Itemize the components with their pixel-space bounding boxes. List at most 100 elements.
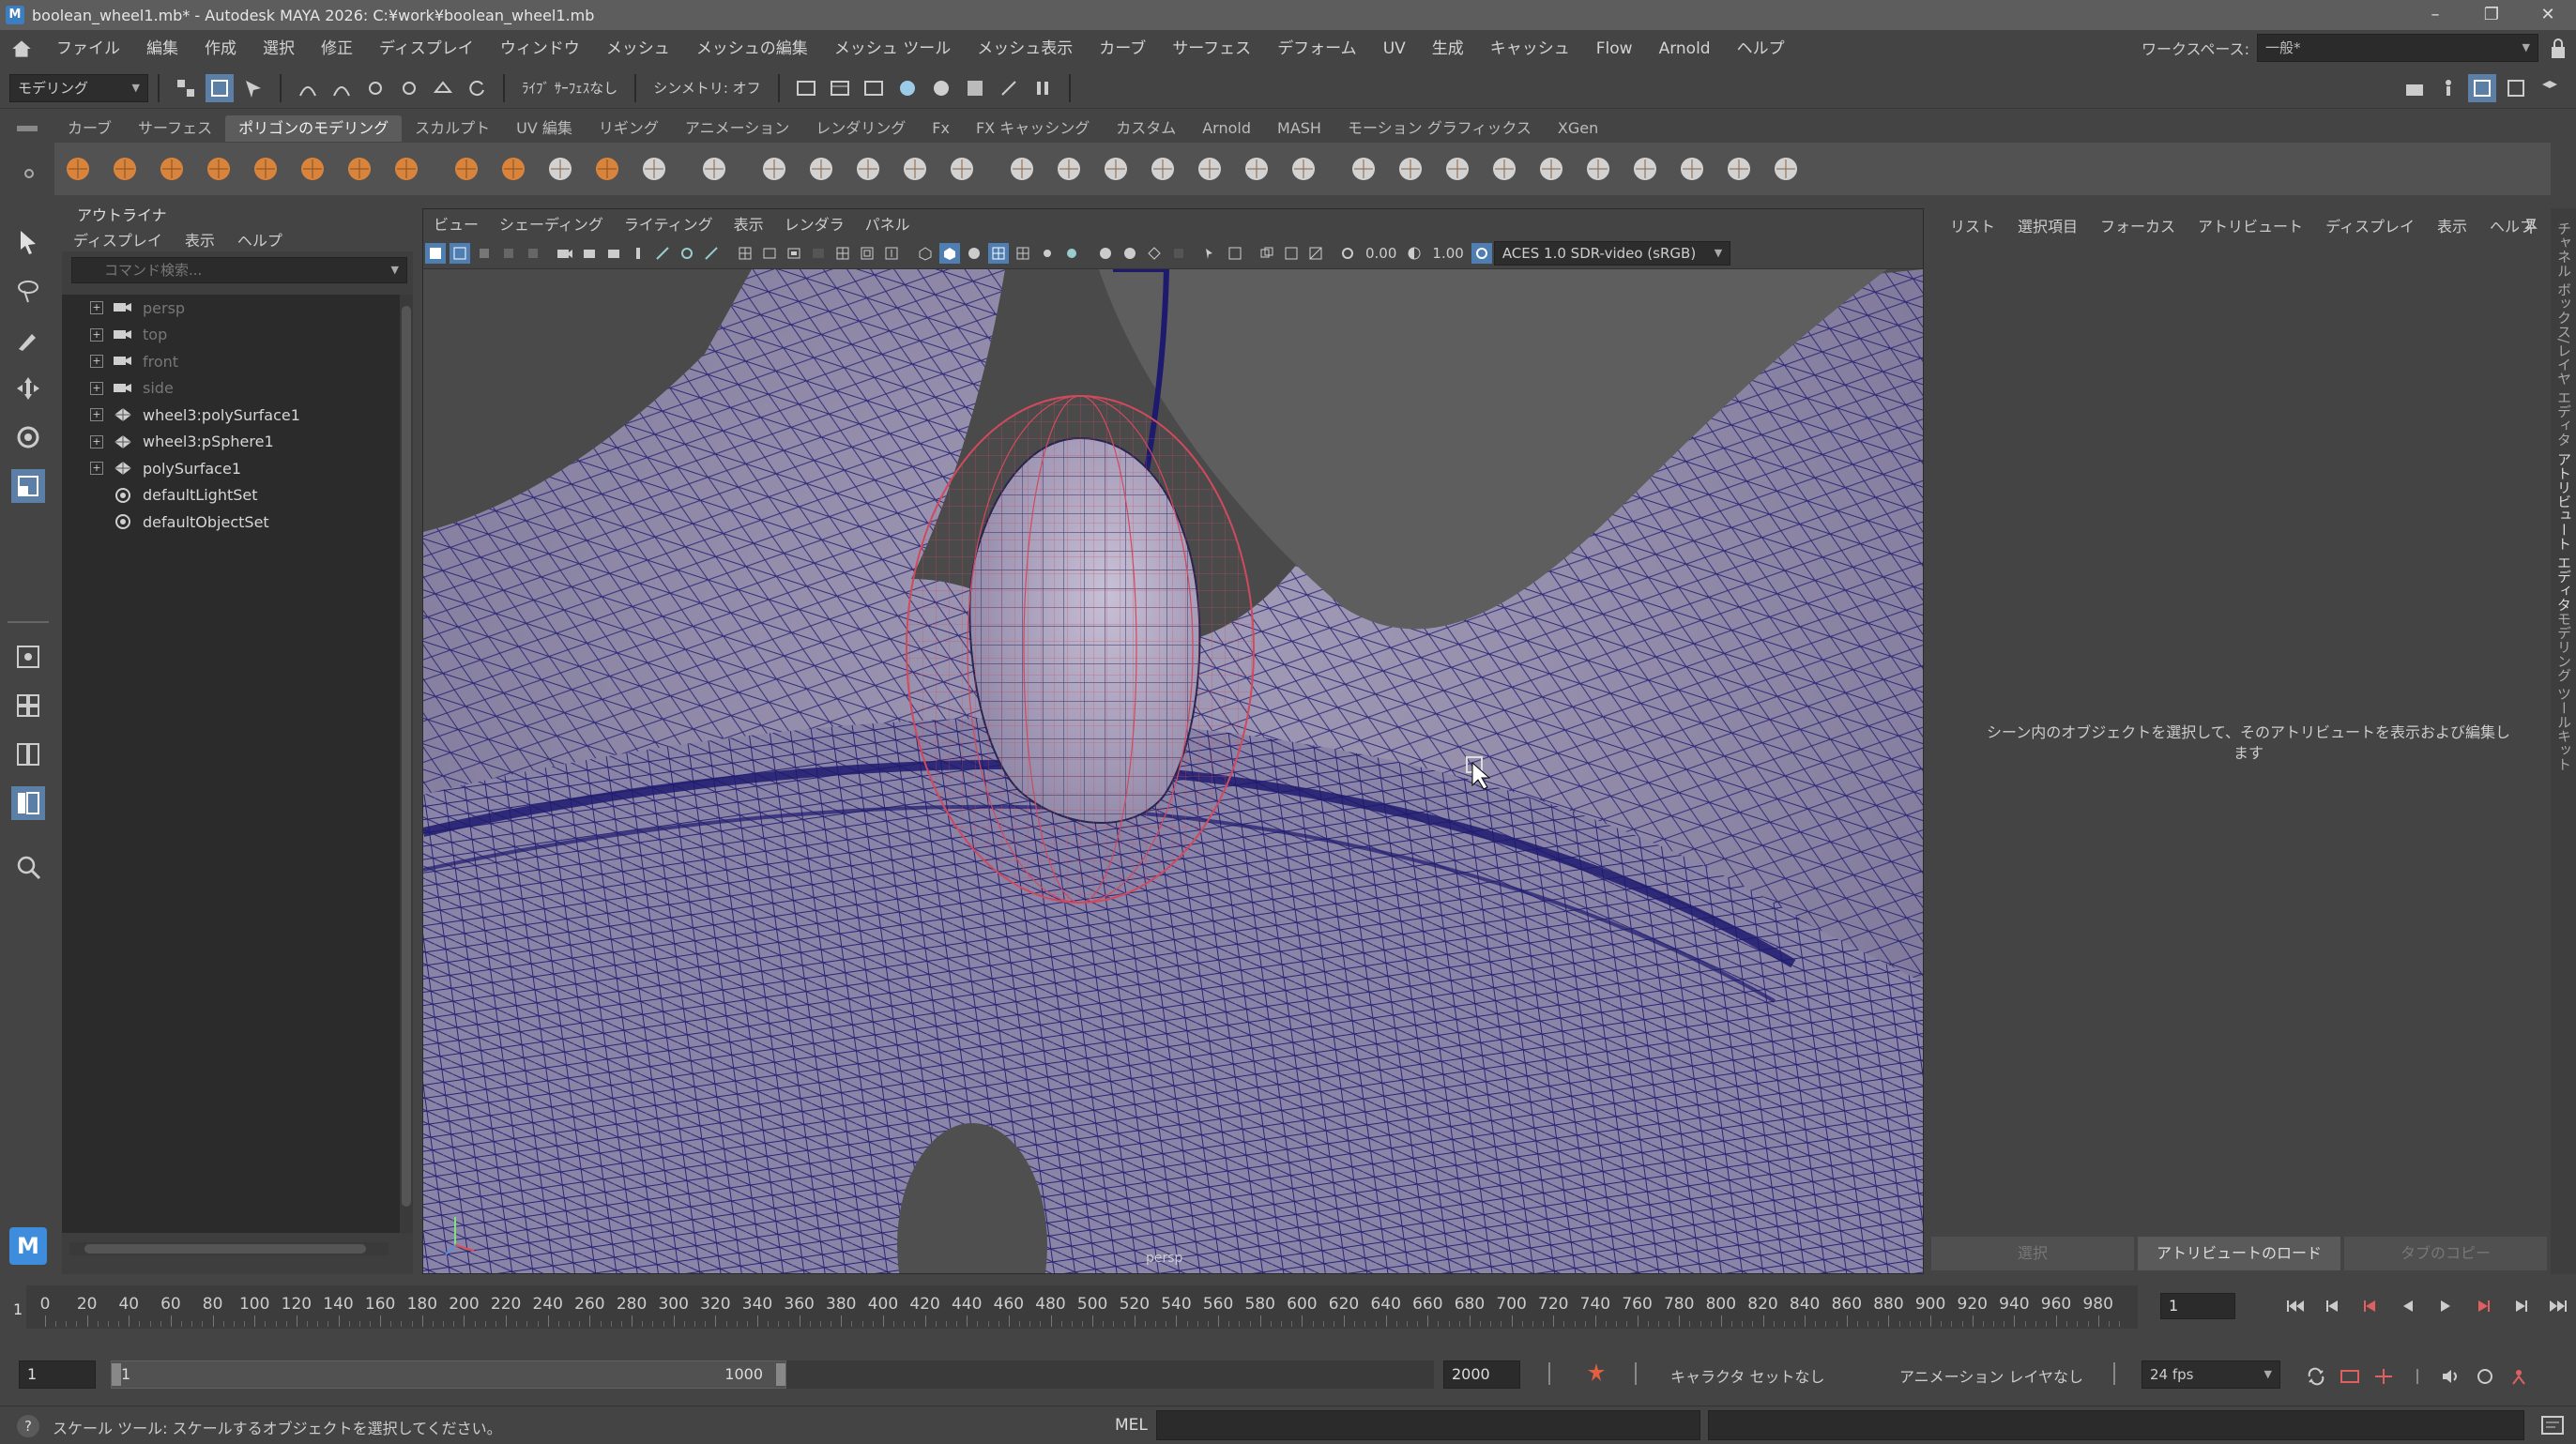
menu-item[interactable]: デフォーム: [1264, 30, 1370, 68]
go-to-start-icon[interactable]: [2277, 1293, 2314, 1319]
pause-viewport-icon[interactable]: [1029, 74, 1057, 102]
platonic-icon[interactable]: [386, 148, 427, 190]
attribute-editor-toggle-icon[interactable]: [2468, 74, 2496, 102]
menu-item[interactable]: Flow: [1583, 30, 1646, 68]
playback-range-bar[interactable]: 1 1000: [111, 1360, 1434, 1389]
anti-aliasing-icon[interactable]: [1144, 243, 1165, 264]
tab-modeling-toolkit[interactable]: モデリング ツールキット: [2554, 612, 2574, 771]
bridge-icon[interactable]: [1189, 148, 1230, 190]
sphere-icon[interactable]: [57, 148, 99, 190]
boolean-union-icon[interactable]: [1001, 148, 1043, 190]
color-management-icon[interactable]: [1471, 242, 1492, 264]
select-hierarchy-icon[interactable]: [172, 74, 200, 102]
shelf-tab[interactable]: MASH: [1264, 115, 1334, 142]
tool-settings-icon[interactable]: [2502, 74, 2530, 102]
search-icon[interactable]: [11, 850, 45, 884]
sound-icon[interactable]: [2437, 1362, 2465, 1391]
separate-icon[interactable]: [894, 148, 936, 190]
gear-icon[interactable]: [800, 148, 842, 190]
shelf-tab[interactable]: スカルプト: [402, 115, 503, 142]
render-sequence-icon[interactable]: [826, 74, 854, 102]
sphere-wireframe[interactable]: [906, 395, 1255, 904]
super-shape-icon[interactable]: [633, 148, 675, 190]
move-tool-icon[interactable]: [11, 372, 45, 405]
outliner-item[interactable]: + wheel3:polySurface1: [62, 402, 400, 429]
outliner-vertical-scrollbar[interactable]: [400, 295, 413, 1233]
safe-title-icon[interactable]: [881, 243, 902, 264]
exposure-icon[interactable]: [1337, 243, 1358, 264]
command-line-input[interactable]: [1156, 1410, 1700, 1440]
smooth-icon[interactable]: [1142, 148, 1183, 190]
tab-attribute-editor[interactable]: アトリビュート エディタ: [2554, 452, 2574, 612]
shelf-tab[interactable]: UV 編集: [503, 115, 586, 142]
menu-item[interactable]: メッシュ表示: [964, 30, 1086, 68]
ipr-render-icon[interactable]: [860, 74, 888, 102]
scale-tool-icon[interactable]: [11, 469, 45, 503]
shelf-tab[interactable]: カスタム: [1103, 115, 1189, 142]
loop-icon[interactable]: [2302, 1362, 2330, 1391]
xray-components-icon[interactable]: [1281, 243, 1302, 264]
slide-icon[interactable]: [1765, 148, 1806, 190]
menu-item[interactable]: Arnold: [1646, 30, 1724, 68]
outliner-item[interactable]: + front: [62, 348, 400, 375]
menu-item[interactable]: ディスプレイ: [366, 30, 487, 68]
bookmark-flag-icon[interactable]: [628, 243, 648, 264]
render-settings-icon[interactable]: [893, 74, 922, 102]
current-time-marker[interactable]: 1: [13, 1300, 23, 1318]
shelf-settings-icon[interactable]: [24, 169, 34, 178]
render-frame-icon[interactable]: [792, 74, 820, 102]
two-d-pan-icon[interactable]: [523, 243, 543, 264]
gamma-value[interactable]: 1.00: [1432, 245, 1463, 262]
step-forward-key-icon[interactable]: [2502, 1293, 2539, 1319]
viewport-canvas[interactable]: [423, 269, 1923, 1273]
smooth-shade-icon[interactable]: [939, 242, 960, 264]
attribute-menu-item[interactable]: 表示: [2426, 214, 2478, 236]
camera-select-icon[interactable]: [425, 242, 446, 264]
menu-set-dropdown[interactable]: モデリング: [9, 73, 148, 102]
menu-item[interactable]: 修正: [308, 30, 366, 68]
expand-icon[interactable]: +: [90, 381, 103, 395]
attribute-menu-item[interactable]: リスト: [1939, 214, 2006, 236]
shelf-tab[interactable]: モーション グラフィックス: [1334, 115, 1545, 142]
attr-select-button[interactable]: 選択: [1931, 1237, 2134, 1270]
viewport-menu-item[interactable]: シェーディング: [489, 212, 614, 235]
paint-select-icon[interactable]: [11, 323, 45, 357]
menu-item[interactable]: ファイル: [43, 30, 133, 68]
viewport-menu-item[interactable]: ライティング: [614, 212, 724, 235]
multi-cut-icon[interactable]: [1578, 148, 1619, 190]
snap-grid-icon[interactable]: [294, 74, 322, 102]
torus-icon[interactable]: [245, 148, 286, 190]
modeling-toolkit-icon[interactable]: [2401, 74, 2429, 102]
cache-playback-icon[interactable]: [2336, 1362, 2364, 1391]
depth-of-field-icon[interactable]: [1168, 243, 1189, 264]
outliner-item[interactable]: + persp: [62, 295, 400, 322]
shelf-tab[interactable]: FX キャッシング: [963, 115, 1103, 142]
viewport-menu-item[interactable]: パネル: [855, 212, 921, 235]
default-material-icon[interactable]: [964, 243, 984, 264]
menu-item[interactable]: カーブ: [1086, 30, 1159, 68]
triangulate-icon[interactable]: [1484, 148, 1525, 190]
sweep-icon[interactable]: [694, 148, 735, 190]
copy-tab-button[interactable]: タブのコピー: [2344, 1237, 2547, 1270]
expand-icon[interactable]: +: [90, 408, 103, 422]
workspace-dropdown[interactable]: 一般*: [2257, 34, 2538, 62]
svg-icon[interactable]: [587, 148, 628, 190]
image-plane-icon[interactable]: [498, 243, 519, 264]
select-component-icon[interactable]: [239, 74, 267, 102]
outliner-item[interactable]: + polySurface1: [62, 455, 400, 482]
mirror-icon[interactable]: [1437, 148, 1478, 190]
menu-item[interactable]: サーフェス: [1159, 30, 1264, 68]
lasso-tool-icon[interactable]: [11, 274, 45, 308]
wireframe-on-shaded-icon[interactable]: [988, 242, 1009, 264]
lights-icon[interactable]: [1037, 243, 1058, 264]
playback-range-handle[interactable]: 1 1000: [111, 1360, 786, 1389]
menu-item[interactable]: キャッシュ: [1477, 30, 1583, 68]
connect-icon[interactable]: [1671, 148, 1713, 190]
render-setup-icon[interactable]: [995, 74, 1023, 102]
boolean-diff-icon[interactable]: [1048, 148, 1090, 190]
animation-start-field[interactable]: 1: [19, 1360, 96, 1389]
helix-icon[interactable]: [493, 148, 534, 190]
outliner-item[interactable]: + wheel3:pSphere1: [62, 429, 400, 456]
film-gate-toggle-icon[interactable]: [759, 243, 780, 264]
pyramid-icon[interactable]: [446, 148, 487, 190]
